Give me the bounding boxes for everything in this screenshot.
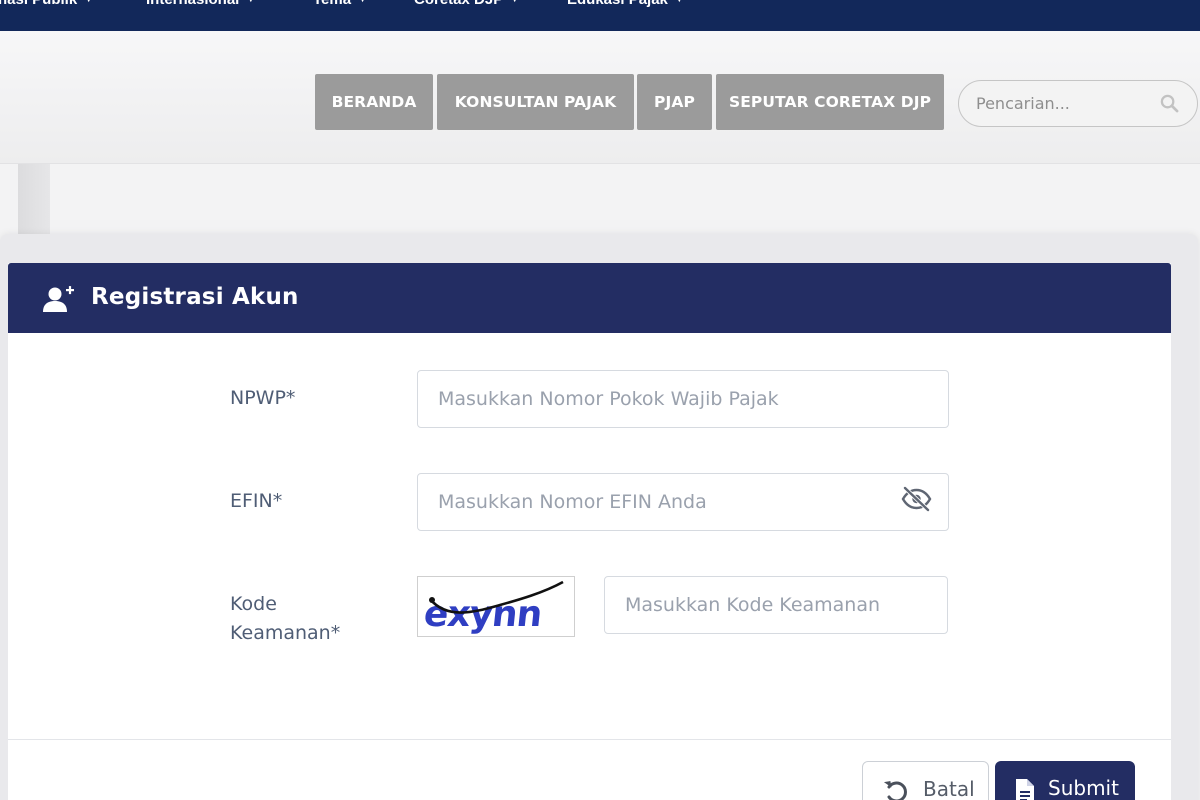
npwp-input[interactable] (417, 370, 949, 428)
captcha-label-line1: Kode (230, 593, 277, 615)
chevron-down-icon: ▼ (84, 0, 93, 4)
menu-button-seputar-coretax-djp[interactable]: SEPUTAR CORETAX DJP (716, 74, 944, 130)
nav-item-label: Tema (313, 0, 351, 8)
menu-button-beranda[interactable]: BERANDA (315, 74, 433, 130)
cancel-button-label: Batal (923, 777, 975, 800)
background-decoration (18, 164, 50, 236)
submit-button[interactable]: Submit (995, 761, 1135, 800)
captcha-text: exynn (422, 593, 544, 635)
nav-item-tema[interactable]: Tema ▼ (313, 0, 367, 8)
nav-item-label: Edukasi Pajak (567, 0, 668, 8)
undo-icon (883, 778, 909, 800)
captcha-label: Kode Keamanan* (230, 590, 340, 648)
submit-button-label: Submit (1048, 776, 1119, 800)
card-divider (8, 739, 1171, 740)
nav-item-internasional[interactable]: Internasional ▼ (146, 0, 255, 8)
menu-button-label: KONSULTAN PAJAK (454, 93, 617, 111)
captcha-image: exynn (417, 576, 575, 637)
search-icon[interactable] (1160, 94, 1179, 117)
chevron-down-icon: ▼ (246, 0, 255, 4)
menu-button-pjap[interactable]: PJAP (637, 74, 712, 130)
cancel-button[interactable]: Batal (862, 761, 989, 800)
captcha-label-line2: Keamanan* (230, 622, 341, 644)
efin-label: EFIN* (230, 490, 283, 512)
chevron-down-icon: ▼ (675, 0, 684, 4)
menu-button-label: PJAP (654, 93, 695, 111)
eye-slash-icon[interactable] (901, 486, 932, 516)
nav-item-label: Internasional (146, 0, 239, 8)
menu-button-konsultan-pajak[interactable]: KONSULTAN PAJAK (437, 74, 634, 130)
efin-input[interactable] (417, 473, 949, 531)
chevron-down-icon: ▼ (358, 0, 367, 4)
menu-button-label: BERANDA (331, 93, 417, 111)
nav-item-informasi-publik[interactable]: nasi Publik ▼ (0, 0, 93, 8)
card-header: Registrasi Akun (8, 263, 1171, 333)
menu-button-label: SEPUTAR CORETAX DJP (728, 93, 932, 111)
nav-item-label: Coretax DJP (414, 0, 503, 8)
nav-item-edukasi-pajak[interactable]: Edukasi Pajak ▼ (567, 0, 684, 8)
card-title: Registrasi Akun (91, 284, 299, 310)
search-input[interactable] (976, 94, 1146, 113)
file-icon (1015, 778, 1035, 800)
captcha-input[interactable] (604, 576, 948, 634)
user-plus-icon (42, 285, 76, 317)
registration-card: Registrasi Akun NPWP* EFIN* Kode Keamana… (8, 263, 1171, 800)
npwp-label: NPWP* (230, 387, 296, 409)
nav-item-label: nasi Publik (0, 0, 77, 8)
chevron-down-icon: ▼ (510, 0, 519, 4)
nav-item-coretax-djp[interactable]: Coretax DJP ▼ (414, 0, 519, 8)
top-navbar: nasi Publik ▼ Internasional ▼ Tema ▼ Coreta… (0, 0, 1200, 31)
search-box (958, 80, 1198, 127)
